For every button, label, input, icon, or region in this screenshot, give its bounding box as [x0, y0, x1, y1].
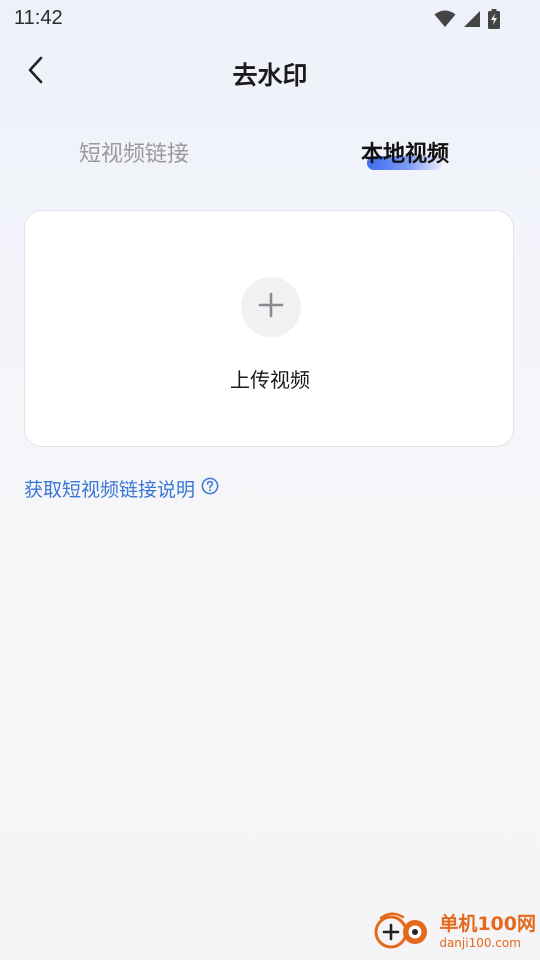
watermark-name: 单机100网: [439, 913, 536, 935]
upload-video-button[interactable]: [241, 277, 301, 337]
wifi-icon: [434, 10, 456, 32]
header: 去水印: [0, 44, 540, 100]
watermark-url: danji100.com: [439, 936, 521, 950]
status-time: 11:42: [14, 7, 63, 29]
plus-icon: [258, 292, 284, 322]
tab-short-video-link[interactable]: 短视频链接: [34, 136, 234, 168]
upload-label: 上传视频: [230, 368, 310, 392]
page-title: 去水印: [232, 61, 308, 90]
watermark-text: 单机100网 danji100.com: [439, 913, 536, 950]
tab-label: 本地视频: [360, 142, 449, 167]
tab-local-video[interactable]: 本地视频: [305, 136, 505, 168]
watermark-logo-icon: [373, 908, 435, 956]
screen: 11:42 去水印 短视频链接 本地视频 上传视频 获取短视频链接说明 单机10…: [0, 0, 540, 960]
question-circle-icon: [201, 477, 219, 500]
upload-card[interactable]: 上传视频: [24, 210, 514, 447]
help-link[interactable]: 获取短视频链接说明: [24, 475, 219, 502]
help-link-text: 获取短视频链接说明: [24, 479, 196, 501]
tab-bar: 短视频链接 本地视频: [0, 136, 540, 180]
cellular-signal-icon: [463, 10, 481, 32]
battery-charging-icon: [488, 9, 500, 33]
status-icons: [434, 9, 500, 33]
site-watermark: 单机100网 danji100.com: [373, 910, 536, 954]
status-bar: 11:42: [0, 0, 540, 36]
tab-label: 短视频链接: [78, 142, 189, 167]
